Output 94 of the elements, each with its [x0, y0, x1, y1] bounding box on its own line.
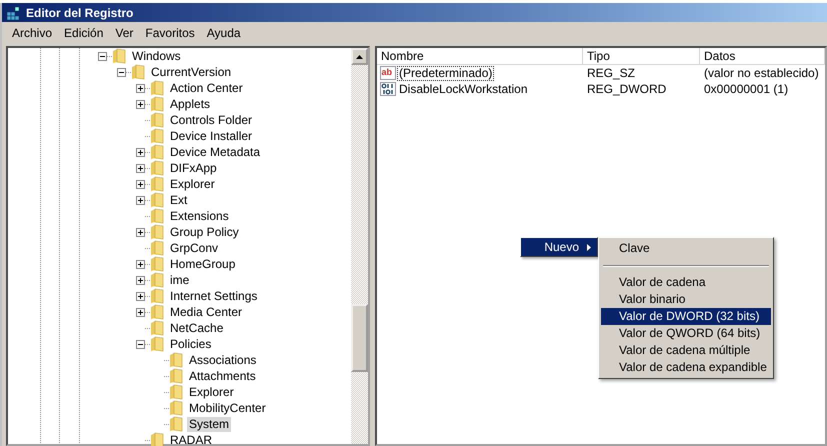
- folder-icon: [150, 96, 164, 112]
- tree-item[interactable]: NetCache: [168, 320, 226, 336]
- folder-icon: [150, 224, 164, 240]
- registry-cubes-icon: [6, 4, 22, 20]
- expand-icon[interactable]: [136, 260, 145, 268]
- scroll-thumb[interactable]: [351, 304, 368, 372]
- folder-icon: [150, 128, 164, 144]
- folder-icon: [131, 64, 145, 80]
- folder-icon: [150, 320, 164, 336]
- tree-item[interactable]: MobilityCenter: [187, 400, 268, 416]
- tree-item[interactable]: Media Center: [168, 304, 244, 320]
- menu-item[interactable]: Valor de QWORD (64 bits): [601, 325, 771, 342]
- folder-icon: [150, 336, 164, 352]
- menu-item[interactable]: Valor de cadena expandible: [601, 359, 771, 376]
- tree-item[interactable]: DIFxApp: [168, 160, 219, 176]
- tree-item[interactable]: Explorer: [168, 176, 217, 192]
- value-data: 0x00000001 (1): [703, 82, 790, 96]
- menu-item[interactable]: Valor de DWORD (32 bits): [601, 308, 771, 325]
- tree-item[interactable]: HomeGroup: [168, 256, 238, 272]
- folder-icon: [150, 288, 164, 304]
- tree-item[interactable]: GrpConv: [168, 240, 220, 256]
- tree-item[interactable]: Ext: [168, 192, 190, 208]
- tree-item[interactable]: Controls Folder: [168, 112, 254, 128]
- tree-item[interactable]: Attachments: [187, 368, 258, 384]
- tree-item[interactable]: Applets: [168, 96, 212, 112]
- column-header[interactable]: Datos: [700, 48, 825, 65]
- menu-item[interactable]: Clave: [601, 240, 771, 257]
- tree-item[interactable]: Extensions: [168, 208, 231, 224]
- folder-icon: [169, 352, 183, 368]
- menu-item[interactable]: Edición: [58, 26, 110, 40]
- tree-item[interactable]: Internet Settings: [168, 288, 260, 304]
- value-type: REG_DWORD: [586, 82, 668, 96]
- up-arrow-icon[interactable]: [356, 54, 363, 58]
- folder-icon: [150, 160, 164, 176]
- expand-icon[interactable]: [136, 180, 145, 188]
- scrollbar[interactable]: [351, 48, 368, 444]
- menu-item[interactable]: Favoritos: [139, 26, 201, 40]
- tree-item[interactable]: Group Policy: [168, 224, 241, 240]
- tree-item[interactable]: RADAR: [168, 432, 214, 446]
- menu-item[interactable]: Ver: [109, 26, 140, 40]
- menu-item[interactable]: Valor binario: [601, 291, 771, 308]
- folder-icon: [150, 272, 164, 288]
- folder-icon: [169, 384, 183, 400]
- folder-icon: [150, 240, 164, 256]
- value-name[interactable]: DisableLockWorkstation: [397, 82, 530, 96]
- tree-item[interactable]: Windows: [130, 48, 183, 64]
- collapse-icon[interactable]: [117, 68, 126, 76]
- tree-item[interactable]: CurrentVersion: [149, 64, 234, 80]
- folder-icon: [150, 80, 164, 96]
- folder-icon: [150, 304, 164, 320]
- value-name[interactable]: (Predeterminado): [397, 66, 494, 80]
- menu-item[interactable]: Ayuda: [200, 26, 247, 40]
- binary-value-icon: [380, 81, 396, 97]
- expand-icon[interactable]: [136, 84, 145, 92]
- tree-item[interactable]: Action Center: [168, 80, 245, 96]
- value-type: REG_SZ: [586, 66, 636, 80]
- collapse-icon[interactable]: [98, 52, 107, 60]
- menu-item[interactable]: Archivo: [6, 26, 58, 40]
- collapse-icon[interactable]: [136, 340, 145, 348]
- column-header[interactable]: Nombre: [377, 48, 583, 65]
- expand-icon[interactable]: [136, 196, 145, 204]
- tree-item[interactable]: ime: [168, 272, 192, 288]
- folder-icon: [169, 416, 183, 432]
- value-data: (valor no establecido): [703, 66, 820, 80]
- expand-icon[interactable]: [136, 292, 145, 300]
- menu-item[interactable]: Nuevo: [521, 238, 597, 256]
- folder-icon: [150, 256, 164, 272]
- folder-icon: [150, 432, 164, 446]
- expand-icon[interactable]: [136, 148, 145, 156]
- window-title: Editor del Registro: [26, 6, 134, 20]
- folder-icon: [150, 144, 164, 160]
- tree-item[interactable]: Associations: [187, 352, 258, 368]
- folder-icon: [169, 400, 183, 416]
- tree-item[interactable]: Explorer: [187, 384, 236, 400]
- expand-icon[interactable]: [136, 308, 145, 316]
- folder-icon: [169, 368, 183, 384]
- tree-item[interactable]: Device Installer: [168, 128, 254, 144]
- folder-icon: [112, 48, 126, 64]
- ab-string-icon: ab: [380, 65, 396, 81]
- expand-icon[interactable]: [136, 164, 145, 172]
- expand-icon[interactable]: [136, 100, 145, 108]
- folder-icon: [150, 192, 164, 208]
- folder-icon: [150, 112, 164, 128]
- folder-icon: [150, 176, 164, 192]
- expand-icon[interactable]: [136, 228, 145, 236]
- column-header[interactable]: Tipo: [583, 48, 700, 65]
- tree-item[interactable]: Policies: [168, 336, 214, 352]
- menu-item[interactable]: Valor de cadena: [601, 274, 771, 291]
- expand-icon[interactable]: [136, 276, 145, 284]
- tree-item[interactable]: Device Metadata: [168, 144, 262, 160]
- tree-item[interactable]: System: [187, 416, 232, 432]
- folder-icon: [150, 208, 164, 224]
- menu-item[interactable]: Valor de cadena múltiple: [601, 342, 771, 359]
- submenu-arrow-icon: [587, 244, 591, 250]
